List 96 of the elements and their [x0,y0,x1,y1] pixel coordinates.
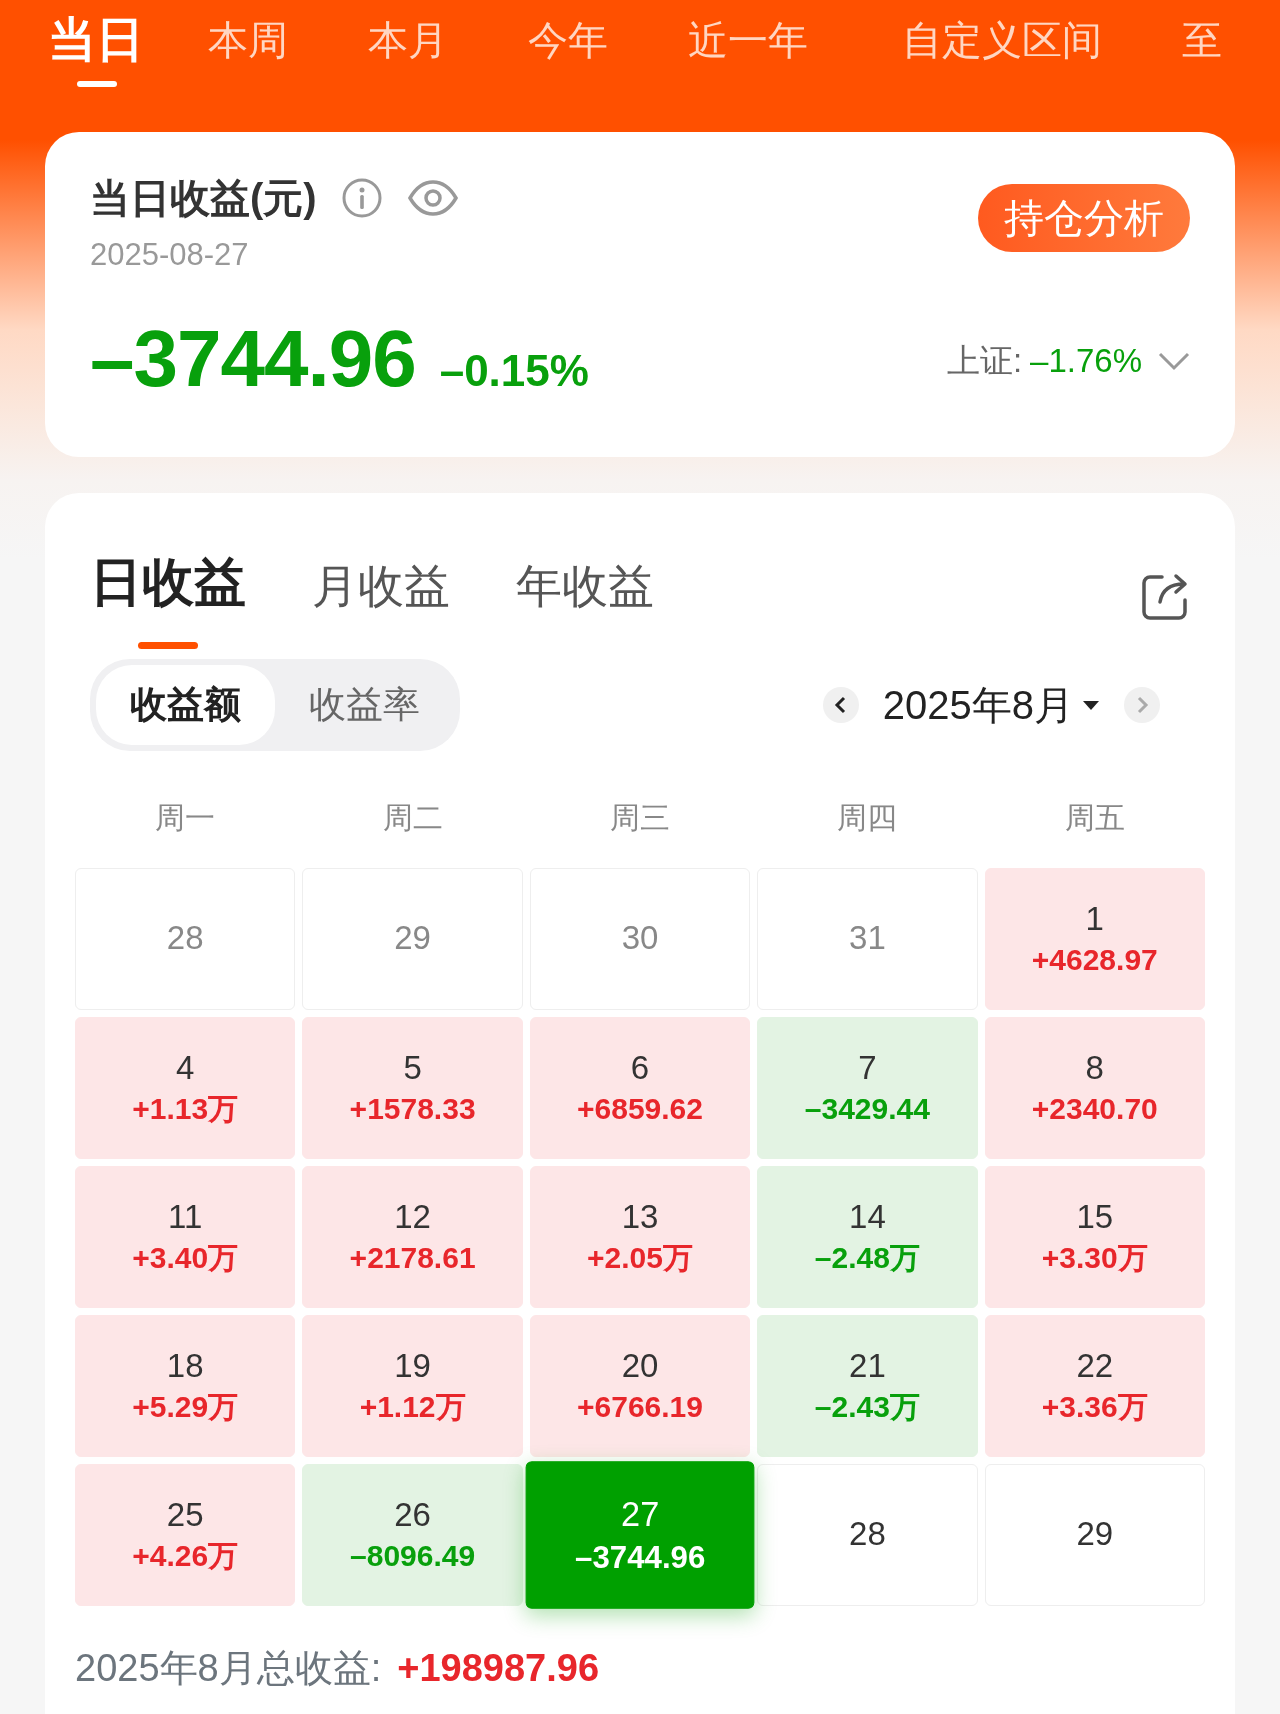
day-cell[interactable]: 6 +6859.62 [529,1016,751,1159]
day-cell[interactable]: 25 +4.26万 [75,1463,296,1606]
day-cell[interactable]: 30 [529,867,751,1010]
next-month-button[interactable] [1124,686,1160,723]
day-number: 27 [620,1493,660,1535]
day-number: 19 [394,1345,431,1386]
day-number: 6 [630,1047,650,1088]
day-number: 14 [849,1196,886,1237]
day-number: 28 [849,1514,886,1555]
profit-amount: –3744.96 [90,318,416,399]
day-number: 7 [858,1047,877,1088]
day-cell[interactable]: 4 +1.13万 [75,1016,296,1159]
weekday-label: 周一 [154,799,217,836]
index-label: 上证: [946,341,1023,382]
day-cell[interactable]: 1 +4628.97 [984,867,1205,1010]
day-profit: –3744.96 [574,1538,706,1576]
day-cell[interactable]: 5 +1578.33 [302,1016,523,1159]
weekday-label: 周三 [609,799,671,836]
day-cell[interactable]: 28 [757,1463,978,1606]
day-cell[interactable]: 14 –2.48万 [757,1165,978,1308]
day-profit: +3.30万 [1041,1240,1148,1277]
chevron-left-icon [833,694,848,715]
earnings-tab[interactable]: 月收益 [312,552,450,651]
previous-month-button[interactable] [822,686,859,723]
day-profit: +3.40万 [132,1240,239,1277]
day-profit: –2.48万 [814,1240,920,1277]
day-cell[interactable]: 19 +1.12万 [302,1314,523,1457]
day-cell[interactable]: 26 –8096.49 [302,1463,523,1606]
day-profit: –8096.49 [350,1538,476,1575]
day-profit: +2340.70 [1031,1091,1158,1128]
day-number: 28 [166,918,204,959]
day-number: 29 [394,918,431,959]
day-number: 8 [1085,1047,1104,1088]
day-number: 12 [394,1196,431,1237]
day-profit: +6766.19 [577,1389,703,1426]
date-text: 2025-08-27 [90,236,250,274]
day-profit: +6859.62 [577,1091,703,1128]
day-number: 30 [621,918,659,959]
earnings-tab[interactable]: 年收益 [516,552,654,651]
day-cell[interactable]: 29 [984,1463,1205,1606]
day-number: 20 [621,1345,659,1386]
day-number: 31 [849,918,886,959]
info-icon[interactable] [340,177,383,219]
chevron-right-icon [1135,694,1149,715]
day-profit: +2.05万 [587,1240,693,1277]
day-cell[interactable]: 29 [302,867,523,1010]
day-profit: +1.13万 [132,1091,239,1128]
day-number: 11 [168,1196,203,1237]
day-profit: +3.36万 [1041,1389,1148,1426]
day-cell[interactable]: 31 [757,867,978,1010]
day-profit: +5.29万 [132,1389,239,1426]
day-number: 22 [1076,1345,1114,1386]
eye-icon[interactable] [406,180,459,216]
month-picker[interactable]: 2025年8月 [874,674,1108,735]
day-cell[interactable]: 20 +6766.19 [529,1314,751,1457]
card-title: 当日收益(元) [90,175,317,222]
day-cell[interactable]: 28 [75,867,296,1010]
day-number: 5 [403,1047,422,1088]
metric-toggle[interactable]: 收益额 [96,665,275,745]
weekday-label: 周二 [381,799,444,836]
index-value: –1.76% [1030,341,1142,382]
day-cell[interactable]: 21 –2.43万 [757,1314,978,1457]
total-value: +198987.96 [397,1645,600,1691]
earnings-tab[interactable]: 日收益 [90,543,246,651]
day-number: 21 [849,1345,886,1386]
day-cell[interactable]: 18 +5.29万 [75,1314,296,1457]
day-number: 4 [176,1047,195,1088]
day-profit: +4.26万 [132,1538,239,1575]
caret-icon [1082,698,1100,711]
day-profit: +1578.33 [349,1091,476,1128]
metric-toggle[interactable]: 收益率 [275,665,454,745]
day-profit: +2178.61 [349,1240,476,1277]
day-cell[interactable]: 15 +3.30万 [984,1165,1205,1308]
day-number: 1 [1085,898,1104,939]
day-profit: –2.43万 [814,1389,920,1426]
total-label: 2025年8月总收益: [75,1645,382,1691]
day-cell[interactable]: 7 –3429.44 [757,1016,978,1159]
weekday-label: 周五 [1063,799,1126,836]
profit-percent: –0.15% [439,344,589,397]
day-profit: –3429.44 [804,1091,930,1128]
day-number: 18 [166,1345,204,1386]
day-cell[interactable]: 22 +3.36万 [984,1314,1205,1457]
day-number: 29 [1076,1514,1114,1555]
day-number: 15 [1076,1196,1114,1237]
day-cell[interactable]: 11 +3.40万 [75,1165,296,1308]
day-number: 13 [621,1196,659,1237]
day-profit: +4628.97 [1031,942,1158,979]
day-cell[interactable]: 13 +2.05万 [529,1165,751,1308]
share-icon[interactable] [1140,572,1190,622]
day-number: 26 [394,1494,431,1535]
day-cell[interactable]: 8 +2340.70 [984,1016,1205,1159]
day-cell[interactable]: 12 +2178.61 [302,1165,523,1308]
weekday-label: 周四 [836,799,899,836]
day-profit: +1.12万 [359,1389,466,1426]
chevron-down-icon[interactable] [1158,351,1190,371]
day-number: 25 [166,1494,204,1535]
